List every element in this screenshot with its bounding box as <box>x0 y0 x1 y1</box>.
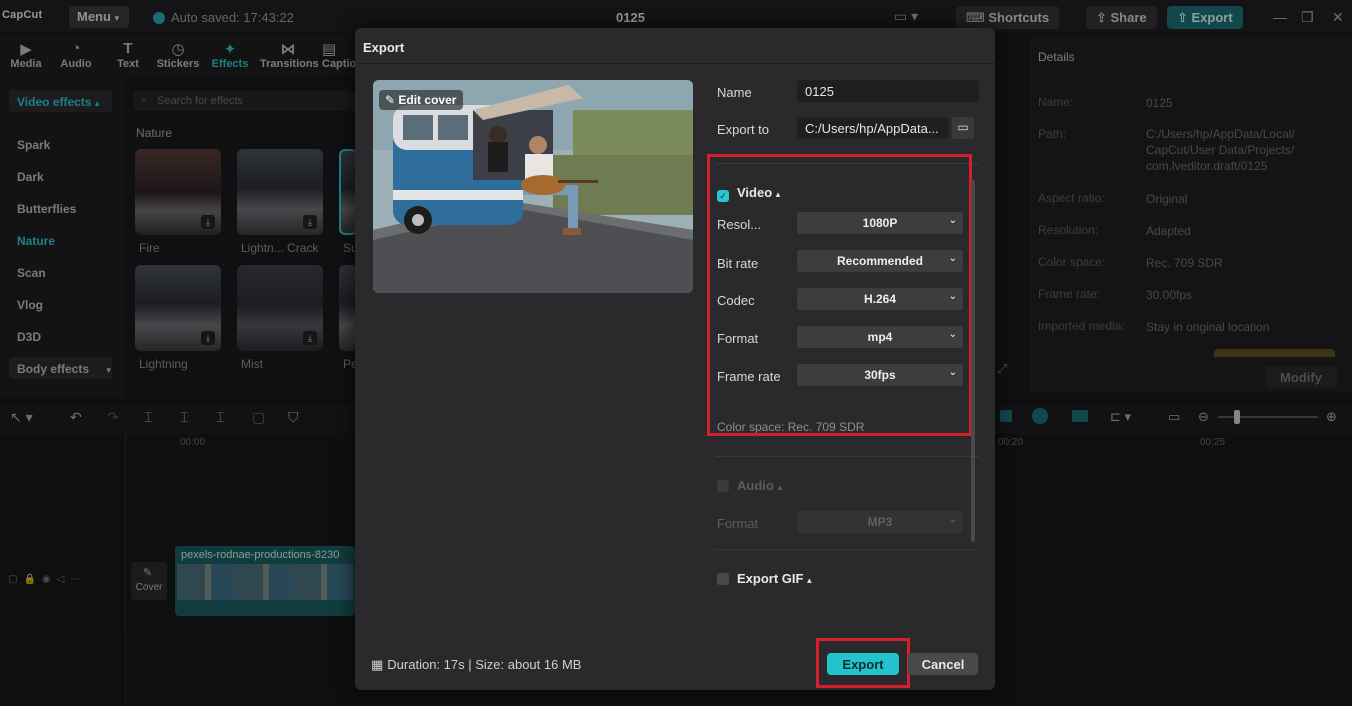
audio-section-toggle[interactable]: Audio ▴ <box>717 478 782 493</box>
dialog-title: Export <box>363 40 405 55</box>
chevron-down-icon: ⌄ <box>948 514 957 525</box>
audio-format-value: MP3 <box>867 515 893 529</box>
export-to-label: Export to <box>717 122 770 137</box>
cancel-button[interactable]: Cancel <box>908 653 978 675</box>
edit-cover-button[interactable]: ✎ Edit cover <box>379 90 464 110</box>
gif-label: Export GIF <box>737 571 804 586</box>
duration-text: Duration: 17s | Size: about 16 MB <box>387 657 582 672</box>
divider <box>715 549 979 550</box>
export-dialog: Export ✎ Edit cover Name 0125 Export to … <box>355 28 995 690</box>
gif-section-toggle[interactable]: Export GIF ▴ <box>717 571 812 586</box>
cover-image <box>373 80 693 293</box>
capcut-window: CapCut Menu ▾ Auto saved: 17:43:22 0125 … <box>0 0 1352 706</box>
cover-preview[interactable]: ✎ Edit cover <box>373 80 693 293</box>
audio-checkbox[interactable] <box>717 480 729 492</box>
gif-checkbox[interactable] <box>717 573 729 585</box>
name-label: Name <box>717 85 752 100</box>
export-button[interactable]: Export <box>827 653 899 675</box>
pencil-icon: ✎ <box>385 93 399 107</box>
chevron-up-icon: ▴ <box>807 575 812 585</box>
dialog-divider <box>355 63 995 64</box>
audio-format-label: Format <box>717 516 759 531</box>
film-icon: ▦ <box>371 657 384 672</box>
audio-label: Audio <box>737 478 774 493</box>
edit-cover-label: Edit cover <box>398 93 457 107</box>
settings-scrollbar[interactable] <box>971 180 975 542</box>
export-path-input[interactable]: C:/Users/hp/AppData... <box>797 117 949 139</box>
chevron-up-icon: ▴ <box>777 482 782 492</box>
name-input[interactable]: 0125 <box>797 80 979 102</box>
video-settings-highlight <box>707 154 972 436</box>
divider <box>715 456 979 457</box>
audio-format-select: MP3 ⌄ <box>797 511 963 533</box>
duration-info: ▦ Duration: 17s | Size: about 16 MB <box>371 657 581 673</box>
folder-icon[interactable]: ▭ <box>952 117 974 139</box>
